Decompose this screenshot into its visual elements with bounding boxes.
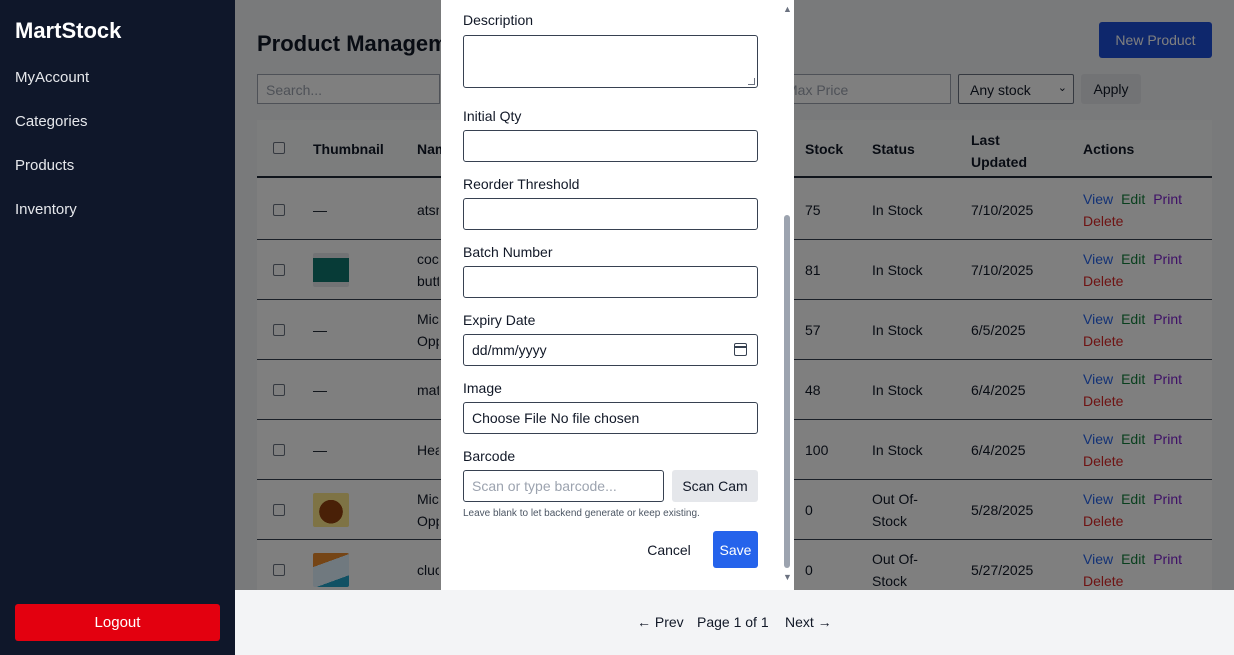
expiry-date-value: dd/mm/yyyy: [472, 342, 547, 358]
image-file-input[interactable]: Choose File No file chosen: [463, 402, 758, 434]
scrollbar-thumb[interactable]: [784, 215, 790, 568]
barcode-hint: Leave blank to let backend generate or k…: [463, 508, 700, 519]
scroll-down-icon[interactable]: ▼: [783, 572, 792, 582]
barcode-input[interactable]: Scan or type barcode...: [463, 470, 664, 502]
prev-page-button[interactable]: ← Prev: [637, 614, 684, 630]
barcode-label: Barcode: [463, 448, 516, 464]
product-modal: Description Initial Qty Reorder Threshol…: [441, 0, 794, 590]
scroll-up-icon[interactable]: ▲: [783, 4, 792, 14]
sidebar: MartStock MyAccount Categories Products …: [0, 0, 235, 655]
resize-handle-icon[interactable]: [748, 78, 755, 85]
sidebar-item-myaccount[interactable]: MyAccount: [15, 69, 89, 86]
calendar-icon[interactable]: [734, 343, 747, 356]
batch-number-input[interactable]: [463, 266, 758, 298]
reorder-threshold-input[interactable]: [463, 198, 758, 230]
modal-scrollbar[interactable]: ▲ ▼: [782, 0, 792, 590]
initial-qty-label: Initial Qty: [463, 108, 522, 124]
expiry-date-label: Expiry Date: [463, 312, 536, 328]
pagination: ← Prev Page 1 of 1 Next →: [235, 590, 1234, 655]
sidebar-item-products[interactable]: Products: [15, 157, 74, 174]
description-label: Description: [463, 12, 534, 28]
next-page-button[interactable]: Next →: [785, 614, 832, 630]
description-textarea[interactable]: [463, 35, 758, 88]
scan-cam-button[interactable]: Scan Cam: [672, 470, 758, 502]
cancel-button[interactable]: Cancel: [641, 531, 697, 568]
brand-logo: MartStock: [15, 18, 122, 43]
page-info: Page 1 of 1: [697, 614, 769, 630]
sidebar-item-categories[interactable]: Categories: [15, 113, 88, 130]
batch-number-label: Batch Number: [463, 244, 553, 260]
logout-button[interactable]: Logout: [15, 604, 220, 641]
expiry-date-input[interactable]: dd/mm/yyyy: [463, 334, 758, 366]
save-button[interactable]: Save: [713, 531, 758, 568]
initial-qty-input[interactable]: [463, 130, 758, 162]
sidebar-item-inventory[interactable]: Inventory: [15, 201, 77, 218]
image-label: Image: [463, 380, 502, 396]
reorder-threshold-label: Reorder Threshold: [463, 176, 580, 192]
